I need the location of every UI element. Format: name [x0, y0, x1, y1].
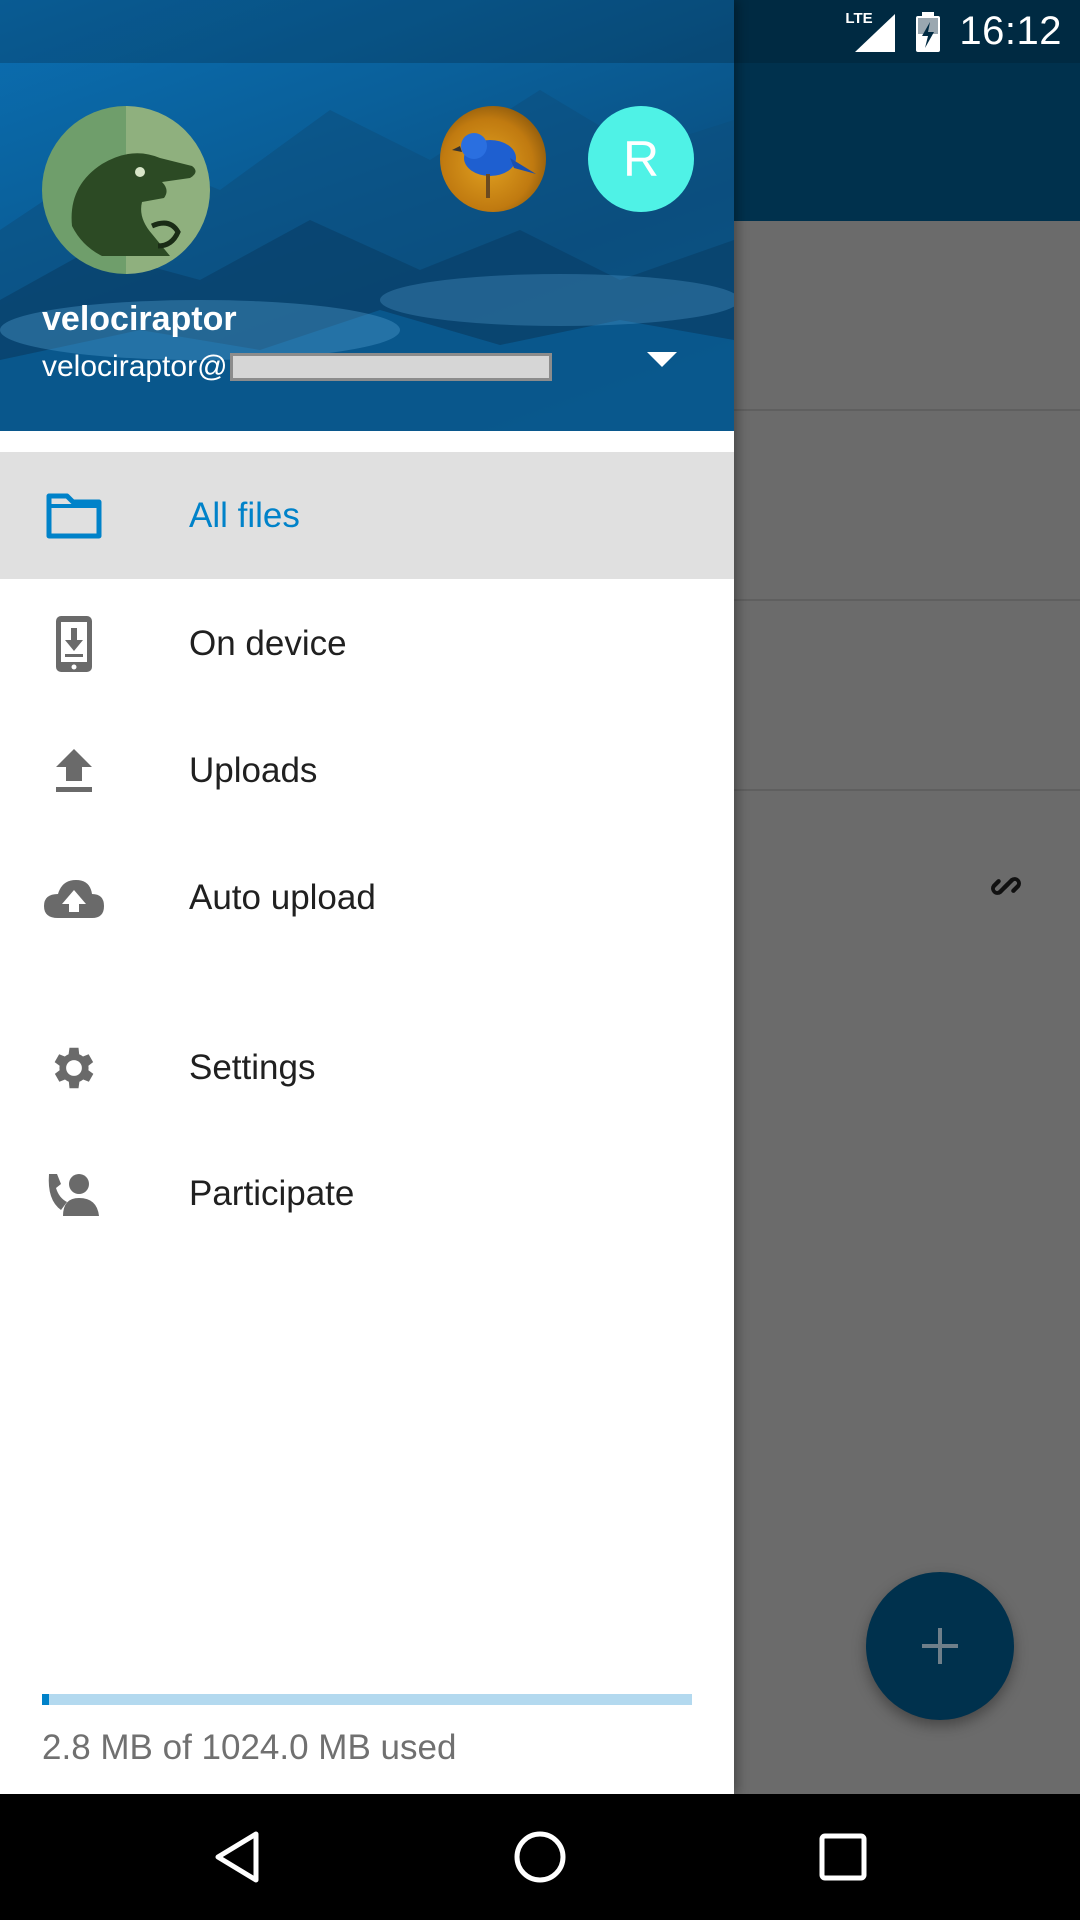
- quota-progress-fill: [42, 1694, 49, 1705]
- battery-charging-icon: [916, 11, 941, 52]
- list-divider: [734, 599, 1080, 601]
- share-link-icon: [991, 877, 1021, 895]
- menu-item-label: Auto upload: [189, 877, 376, 917]
- quota-progress-bar: [42, 1694, 692, 1705]
- account-email-prefix: velociraptor@: [42, 350, 228, 383]
- participate-icon: [40, 1160, 108, 1228]
- current-account-avatar[interactable]: [42, 106, 210, 274]
- recents-button[interactable]: [808, 1822, 878, 1892]
- other-account-initial-avatar[interactable]: R: [588, 106, 694, 212]
- recents-icon: [819, 1833, 867, 1881]
- status-time: 16:12: [959, 9, 1062, 53]
- list-divider: [734, 409, 1080, 411]
- menu-item-label: Participate: [189, 1173, 355, 1213]
- system-navigation-bar: [0, 1794, 1080, 1920]
- cloud-upload-icon: [40, 864, 108, 932]
- raptor-avatar-icon: [71, 153, 196, 256]
- menu-item-label: Uploads: [189, 750, 318, 790]
- drawer-header: R velociraptor velociraptor@: [0, 0, 734, 431]
- lte-signal-icon: LTE: [845, 10, 897, 52]
- back-button[interactable]: [202, 1822, 272, 1892]
- upload-icon: [40, 737, 108, 805]
- back-icon: [215, 1831, 259, 1883]
- menu-item-on-device[interactable]: On device: [0, 580, 734, 707]
- navigation-drawer: R velociraptor velociraptor@ All files O…: [0, 0, 734, 1794]
- menu-item-settings[interactable]: Settings: [0, 1004, 734, 1131]
- account-email: velociraptor@: [42, 350, 552, 384]
- account-initial: R: [622, 131, 660, 187]
- phone-download-icon: [40, 610, 108, 678]
- menu-item-participate[interactable]: Participate: [0, 1130, 734, 1257]
- plus-icon: [922, 1628, 958, 1664]
- menu-item-uploads[interactable]: Uploads: [0, 707, 734, 834]
- dropdown-arrow-icon: [647, 352, 677, 367]
- home-icon: [514, 1831, 566, 1883]
- gear-icon: [40, 1034, 108, 1102]
- other-account-avatar[interactable]: [440, 106, 546, 212]
- bird-avatar-icon: [452, 133, 536, 198]
- menu-item-label: Settings: [189, 1047, 316, 1087]
- menu-item-label: On device: [189, 623, 347, 663]
- list-divider: [734, 789, 1080, 791]
- home-button[interactable]: [505, 1822, 575, 1892]
- menu-item-auto-upload[interactable]: Auto upload: [0, 834, 734, 961]
- status-bar-scrim: [0, 0, 734, 63]
- add-fab-button[interactable]: [866, 1572, 1014, 1720]
- redacted-email-domain: [229, 353, 552, 381]
- account-name: velociraptor: [42, 300, 237, 338]
- quota-text: 2.8 MB of 1024.0 MB used: [42, 1728, 457, 1767]
- status-icons: LTE 16:12: [845, 0, 1062, 63]
- menu-item-all-files[interactable]: All files: [0, 452, 734, 579]
- folder-icon: [40, 482, 108, 550]
- menu-item-label: All files: [189, 495, 300, 535]
- account-switcher-toggle[interactable]: [640, 340, 684, 380]
